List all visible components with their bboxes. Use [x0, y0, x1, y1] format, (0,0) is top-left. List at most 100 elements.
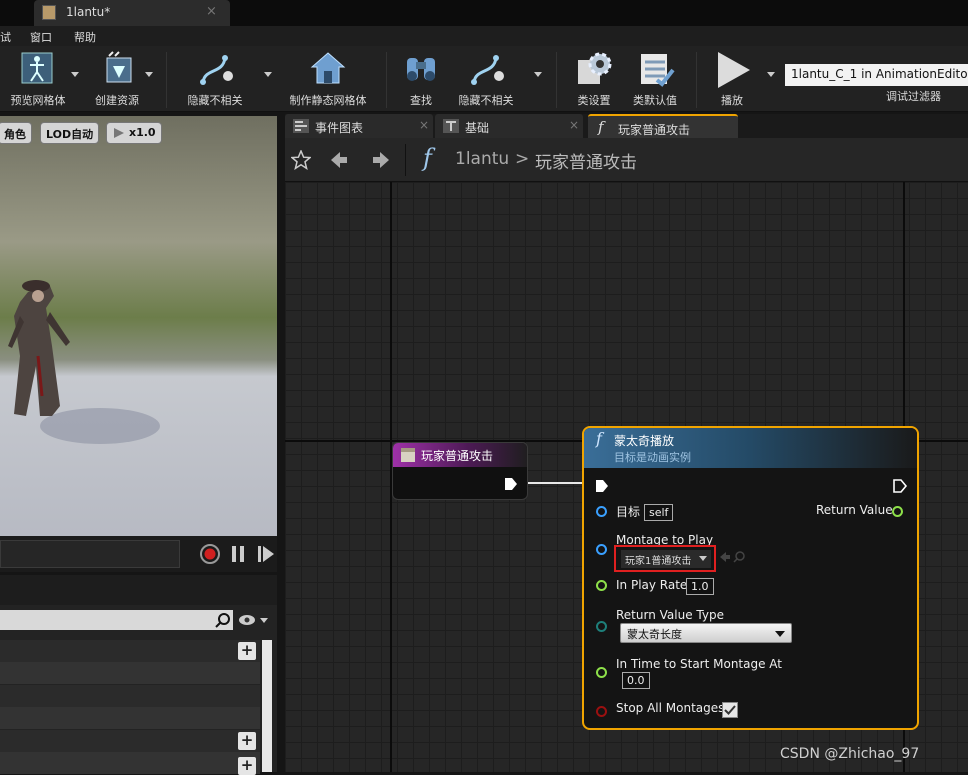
- lod-auto-button[interactable]: LOD自动: [40, 122, 100, 144]
- add-icon[interactable]: +: [238, 757, 256, 775]
- playback-speed-label: x1.0: [129, 126, 156, 139]
- preview-viewport[interactable]: 角色 LOD自动 x1.0: [0, 116, 277, 536]
- playback-bar: [0, 536, 277, 572]
- debug-filter-label: 调试过滤器: [886, 90, 941, 103]
- play-rate-input[interactable]: 1.0: [686, 578, 714, 595]
- menu-bar: 试 窗口 帮助: [0, 26, 968, 46]
- list-item[interactable]: [0, 730, 260, 752]
- list-item[interactable]: [0, 685, 260, 707]
- find-button[interactable]: 查找: [398, 48, 444, 108]
- tab-base[interactable]: 基础 ×: [435, 114, 583, 138]
- search-input[interactable]: [0, 610, 233, 630]
- find-label: 查找: [410, 94, 432, 107]
- hide-unrelated-button-1[interactable]: 隐藏不相关: [180, 48, 250, 108]
- hide-unrelated-icon: [200, 55, 233, 85]
- menu-window[interactable]: 窗口: [30, 29, 52, 45]
- pause-icon[interactable]: [228, 543, 248, 565]
- class-defaults-button[interactable]: 类默认值: [626, 48, 684, 108]
- forward-arrow-icon[interactable]: [371, 150, 391, 170]
- tab-label: 玩家普通攻击: [618, 123, 691, 137]
- return-value-type-dropdown[interactable]: 蒙太奇长度: [620, 623, 792, 643]
- exec-output-pin[interactable]: [892, 478, 908, 494]
- target-label: 目标: [616, 505, 641, 519]
- debug-filter-dropdown[interactable]: 1lantu_C_1 in AnimationEditorPre: [785, 64, 968, 86]
- list-item[interactable]: [0, 640, 260, 662]
- menu-help[interactable]: 帮助: [74, 29, 96, 45]
- montage-play-node[interactable]: f 蒙太奇播放 目标是动画实例 目标 self Return Value Mon…: [582, 426, 919, 730]
- make-static-mesh-button[interactable]: 制作静态网格体: [282, 48, 374, 108]
- timeline-track[interactable]: [0, 540, 180, 568]
- chevron-down-icon[interactable]: [767, 72, 775, 77]
- make-static-mesh-label: 制作静态网格体: [289, 94, 367, 107]
- create-asset-icon: [106, 51, 132, 83]
- add-icon[interactable]: +: [238, 642, 256, 660]
- class-settings-button[interactable]: 类设置: [570, 48, 618, 108]
- chevron-down-icon[interactable]: [534, 72, 542, 77]
- stop-all-montages-pin[interactable]: [596, 706, 607, 717]
- chevron-down-icon[interactable]: [145, 72, 153, 77]
- node-header: 玩家普通攻击: [393, 443, 527, 467]
- document-tab[interactable]: 1lantu* ×: [34, 0, 230, 26]
- function-icon: f: [596, 429, 602, 448]
- return-value-type-label: Return Value Type: [616, 608, 724, 622]
- chevron-down-icon[interactable]: [71, 72, 79, 77]
- step-forward-icon[interactable]: [254, 543, 276, 565]
- close-icon[interactable]: ×: [419, 118, 429, 132]
- create-asset-label: 创建资源: [95, 94, 139, 107]
- function-icon: f: [423, 144, 432, 172]
- node-subtitle: 目标是动画实例: [614, 451, 691, 464]
- play-rate-pin[interactable]: [596, 580, 607, 591]
- scrollbar[interactable]: [262, 640, 272, 772]
- preview-mesh-label: 预览网格体: [10, 94, 66, 107]
- star-icon[interactable]: [291, 150, 311, 170]
- hide-unrelated-button-2[interactable]: 隐藏不相关: [450, 48, 522, 108]
- play-icon: [718, 52, 750, 88]
- breadcrumb-root[interactable]: 1lantu: [455, 149, 509, 169]
- tab-event-graph[interactable]: 事件图表 ×: [285, 114, 433, 138]
- montage-asset-value: 玩家1普通攻击: [625, 556, 692, 567]
- start-time-label: In Time to Start Montage At: [616, 657, 783, 671]
- character-button[interactable]: 角色: [0, 122, 32, 144]
- chevron-down-icon[interactable]: [264, 72, 272, 77]
- stop-all-montages-checkbox[interactable]: [722, 702, 738, 718]
- record-icon[interactable]: [198, 543, 222, 565]
- start-time-pin[interactable]: [596, 667, 607, 678]
- create-asset-button[interactable]: 创建资源: [86, 48, 148, 108]
- return-value-type-pin[interactable]: [596, 621, 607, 632]
- close-icon[interactable]: ×: [206, 4, 217, 19]
- play-button[interactable]: 播放: [706, 48, 758, 108]
- add-icon[interactable]: +: [238, 732, 256, 750]
- back-arrow-icon[interactable]: [329, 150, 349, 170]
- close-icon[interactable]: ×: [569, 118, 579, 132]
- details-panel: + + +: [0, 575, 277, 775]
- node-header: f 蒙太奇播放 目标是动画实例: [584, 428, 917, 468]
- return-value-pin[interactable]: [892, 506, 903, 517]
- tab-player-attack[interactable]: f 玩家普通攻击: [588, 114, 738, 138]
- class-settings-label: 类设置: [577, 94, 611, 107]
- breadcrumb-current: 玩家普通攻击: [535, 153, 637, 173]
- exec-input-pin[interactable]: [594, 478, 610, 494]
- exec-output-pin[interactable]: [503, 476, 519, 492]
- montage-to-play-pin[interactable]: [596, 544, 607, 555]
- start-time-input[interactable]: 0.0: [622, 672, 650, 689]
- character-preview-image: [8, 280, 160, 444]
- anim-blueprint-icon: [42, 5, 56, 20]
- eye-icon[interactable]: [238, 614, 268, 626]
- skeleton-mesh-icon: [21, 52, 53, 84]
- chevron-down-icon: [699, 556, 707, 561]
- playback-speed-button[interactable]: x1.0: [106, 122, 162, 144]
- header-separator: [405, 144, 406, 176]
- play-rate-label: In Play Rate: [616, 578, 688, 592]
- preview-mesh-button[interactable]: 预览网格体: [2, 48, 74, 108]
- montage-asset-dropdown[interactable]: 玩家1普通攻击: [621, 550, 711, 568]
- list-item[interactable]: [0, 707, 260, 729]
- list-item[interactable]: [0, 662, 260, 684]
- watermark: CSDN @Zhichao_97: [780, 746, 920, 762]
- menu-debug[interactable]: 试: [0, 29, 11, 45]
- target-pin[interactable]: [596, 506, 607, 517]
- toolbar-separator: [556, 52, 557, 108]
- list-item[interactable]: [0, 752, 260, 774]
- function-icon: f: [598, 118, 604, 136]
- search-icon[interactable]: [214, 612, 232, 628]
- custom-event-node[interactable]: 玩家普通攻击: [392, 442, 528, 500]
